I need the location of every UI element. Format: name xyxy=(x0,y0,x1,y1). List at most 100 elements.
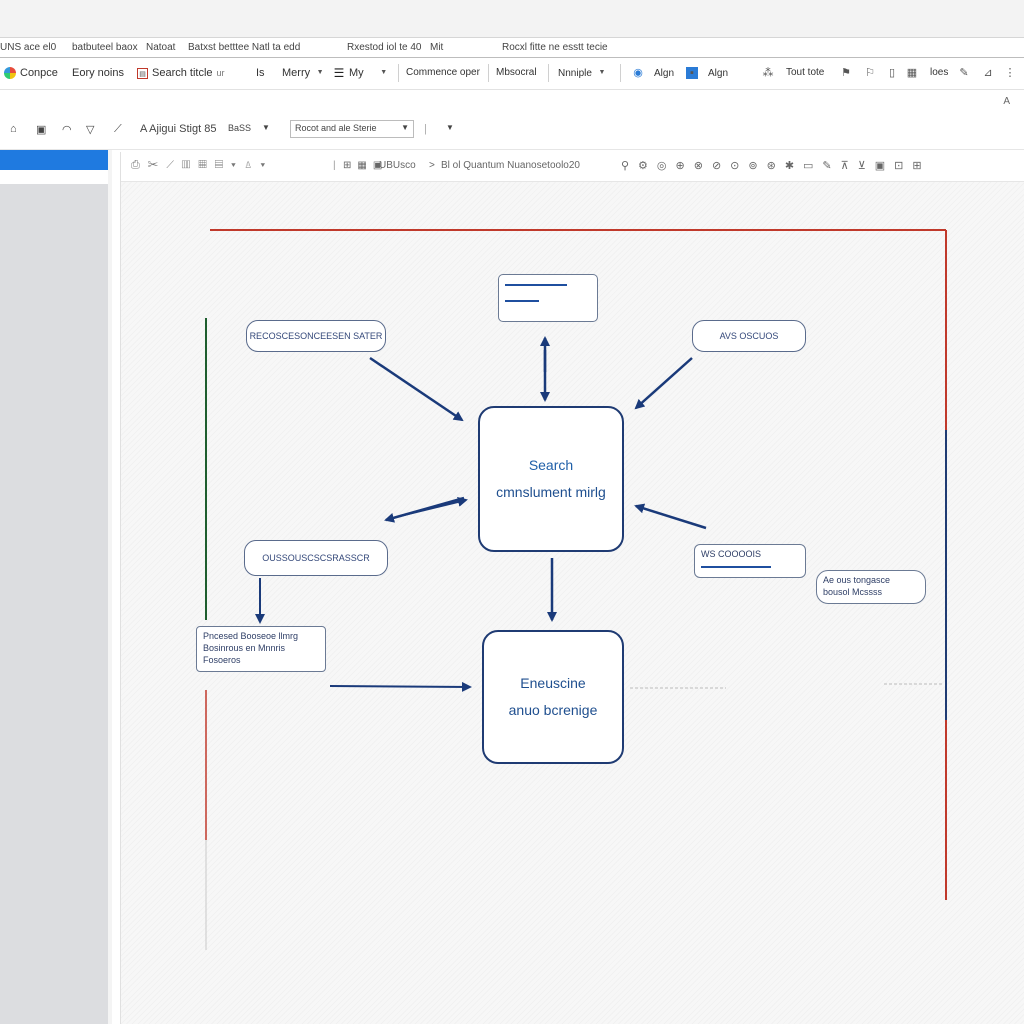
sidebar-splitter[interactable] xyxy=(108,150,112,1024)
sidebar-item[interactable] xyxy=(0,170,108,184)
style-label[interactable]: A Ajigui Stigt 85 xyxy=(140,123,216,135)
flag-button[interactable]: ⚐ xyxy=(864,67,876,79)
canvas-tool-icons[interactable]: ⎙✂⟋▥▦▤▾♙▾ xyxy=(131,159,273,172)
compose-button[interactable]: Conpce xyxy=(4,67,58,79)
note-left[interactable]: Pncesed Booseoe llmrg Bosinrous en Mnnri… xyxy=(196,626,326,672)
tout-label: Tout tote xyxy=(786,67,825,78)
ribbon-toolbar: Conpce Eory noins ▤ Search titcle ur Is … xyxy=(0,58,1024,90)
canvas-action-icons[interactable]: ⚲⚙◎⊕⊗⊘⊙⊚⊛✱▭✎⊼⊻▣⊡⊞ xyxy=(621,159,931,172)
align-button[interactable]: ▪ Algn xyxy=(686,67,728,79)
home-icon[interactable]: ⌂ xyxy=(10,123,17,135)
bubble-top-left[interactable]: RECOSCESONCEESEN SATER xyxy=(246,320,386,352)
merry-label: Merry xyxy=(282,67,311,79)
table-button[interactable]: ▦ xyxy=(906,67,918,79)
format-toolbar: A ⌂ ▣ ◠ ▽ ⟋ A Ajigui Stigt 85 BaSS ▼ Roc… xyxy=(0,90,1024,150)
chevron-down-icon: ▼ xyxy=(316,69,324,76)
bubble-mid-right[interactable]: WS COOOOIS xyxy=(694,544,806,578)
list-icon: ☰ xyxy=(333,66,345,80)
more-button[interactable]: ⋮ xyxy=(1004,67,1016,79)
divider-icon: | xyxy=(424,123,427,135)
commence-label: Commence oper xyxy=(406,67,480,78)
chevron-down-icon[interactable]: ▼ xyxy=(262,123,270,132)
search-title-label: Search titcle xyxy=(152,67,213,79)
canvas-path[interactable]: UBUsco xyxy=(379,160,416,171)
eory-button[interactable]: Eory noins xyxy=(72,67,124,79)
menu-item[interactable]: Rocxl fitte ne esstt tecie xyxy=(502,42,608,53)
menu-item[interactable]: batbuteel baox xyxy=(72,42,138,53)
share-button[interactable]: ⁂ xyxy=(762,67,774,79)
search-title-button[interactable]: ▤ Search titcle ur xyxy=(137,67,225,79)
menu-item[interactable]: Batxst betttee Natl ta edd xyxy=(188,42,300,53)
ruler-button[interactable]: ⊿ xyxy=(982,67,994,79)
is-button[interactable]: Is xyxy=(256,67,265,79)
tout-button[interactable]: Tout tote xyxy=(786,67,824,78)
mbsocral-button[interactable]: Mbsocral xyxy=(496,67,537,78)
note-left-line: Bosinrous en Mnnris xyxy=(203,643,286,654)
ribbon-divider xyxy=(620,64,621,82)
bubble-mid-right-line xyxy=(701,566,771,569)
compose-label: Conpce xyxy=(20,67,58,79)
ribbon-divider xyxy=(398,64,399,82)
engine-node-subtitle: anuo bcrenige xyxy=(508,702,598,718)
filter-icon[interactable]: ▽ xyxy=(86,123,94,136)
page-button[interactable]: ▯ xyxy=(886,67,898,79)
sidebar-active-item[interactable] xyxy=(0,150,108,170)
bubble-mid-left[interactable]: OUSSOUSCSCSRASSCR xyxy=(244,540,388,576)
ribbon-divider xyxy=(548,64,549,82)
toolbar-sep: | xyxy=(333,160,336,171)
nnniple-label: Nnniple xyxy=(558,67,592,79)
page-icon: ▯ xyxy=(888,67,896,79)
menu-item[interactable]: UNS ace el0 xyxy=(0,42,56,53)
more-icon: ⋮ xyxy=(1004,67,1016,79)
style-suffix: BaSS xyxy=(228,123,252,133)
table-icon: ▦ xyxy=(906,67,918,79)
loes-button[interactable]: loes xyxy=(930,67,948,78)
bubble-mid-right-label: WS COOOOIS xyxy=(701,549,762,559)
menu-item[interactable]: Natoat xyxy=(146,42,175,53)
corner-label: A xyxy=(1003,96,1010,107)
bubble-top-right[interactable]: AVS OSCUOS xyxy=(692,320,806,352)
align-label: Algn xyxy=(708,67,729,79)
ribbon-divider xyxy=(488,64,489,82)
note-left-line: Pncesed Booseoe llmrg xyxy=(203,631,299,641)
edit-button[interactable]: ✎ xyxy=(958,67,970,79)
chevron-down-icon: ▼ xyxy=(380,69,388,76)
nnniple-dropdown[interactable]: Nnniple ▼ xyxy=(558,67,608,79)
chevron-down-icon[interactable]: ▼ xyxy=(446,123,454,132)
share-icon: ⁂ xyxy=(762,67,774,79)
note-right-line: Ae ous tongasce xyxy=(823,575,891,585)
top-card[interactable] xyxy=(498,274,598,322)
cloud-icon[interactable]: ◠ xyxy=(62,123,72,136)
save-icon[interactable]: ▣ xyxy=(36,123,46,136)
search-node-subtitle: cmnslument mirlg xyxy=(496,484,606,500)
font-select[interactable]: Rocot and ale Sterie ▼ xyxy=(290,120,414,138)
bookmark-button[interactable]: ⚑ xyxy=(840,67,852,79)
algn-button[interactable]: ◉ Algn xyxy=(632,67,674,79)
eory-label: Eory noins xyxy=(72,67,124,79)
loes-label: loes xyxy=(930,67,949,78)
engine-node-title: Eneuscine xyxy=(520,675,586,692)
square-icon: ▪ xyxy=(686,67,698,79)
menu-item[interactable]: Rxestod iol te 40 xyxy=(347,42,422,53)
left-sidebar xyxy=(0,150,112,1024)
note-right[interactable]: Ae ous tongasce bousol Mcssss xyxy=(816,570,926,604)
paint-icon[interactable]: ⟋ xyxy=(114,123,122,136)
search-title-suffix: ur xyxy=(216,68,225,78)
chevron-down-icon: ▼ xyxy=(598,69,606,76)
bookmark-icon: ⚑ xyxy=(841,67,851,79)
menu-bar: UNS ace el0 batbuteel baox Natoat Batxst… xyxy=(0,38,1024,58)
window-title-strip xyxy=(0,0,1024,38)
shield-icon: ◉ xyxy=(633,67,643,79)
canvas-title: Bl ol Quantum Nuanosetoolo20 xyxy=(441,160,580,171)
search-node-title: Search xyxy=(528,457,574,474)
merry-dropdown[interactable]: Merry ▼ xyxy=(282,67,326,79)
engine-node[interactable]: Eneuscine anuo bcrenige xyxy=(482,630,624,764)
menu-item[interactable]: Mit xyxy=(430,42,443,53)
my-button[interactable]: ☰ My ▼ xyxy=(333,67,390,79)
algn-label: Algn xyxy=(654,67,675,79)
flag-icon: ⚐ xyxy=(865,67,875,79)
ruler-icon: ⊿ xyxy=(983,67,993,79)
app-icon xyxy=(4,67,16,79)
search-node[interactable]: Search cmnslument mirlg xyxy=(478,406,624,552)
commence-button[interactable]: Commence oper xyxy=(406,67,480,78)
